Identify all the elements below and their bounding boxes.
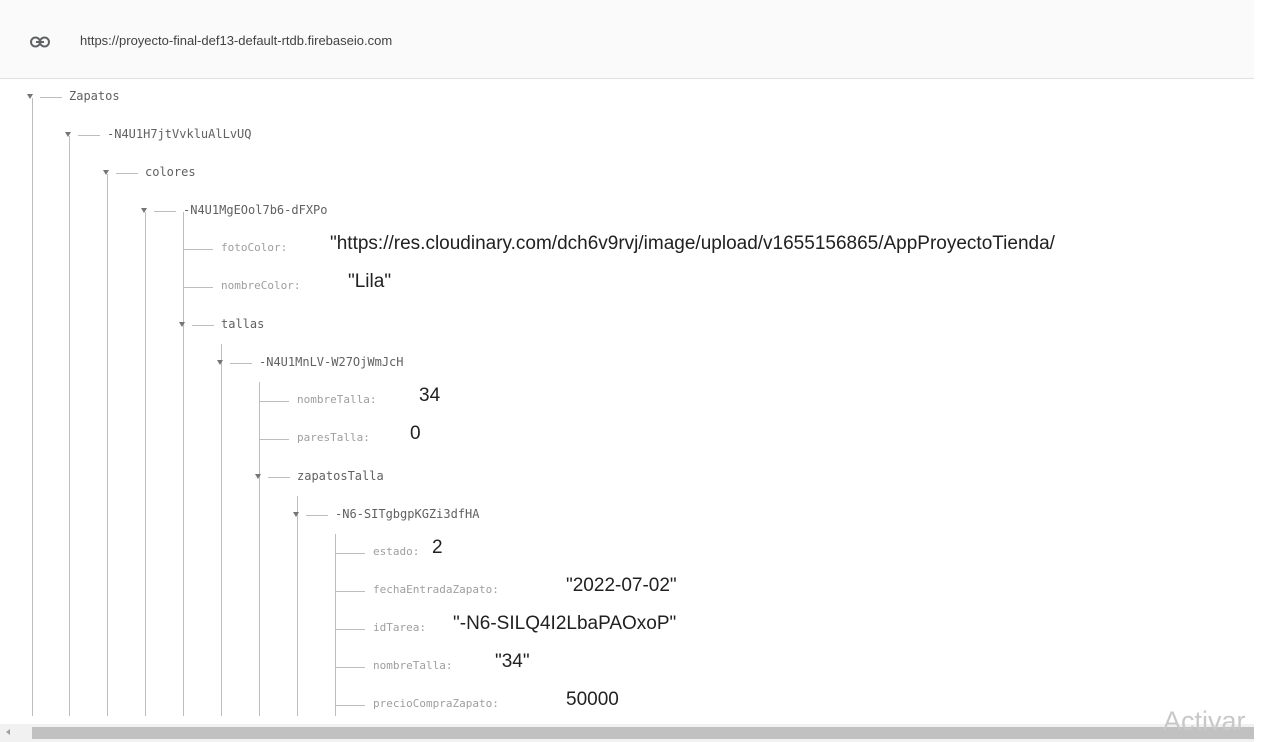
horizontal-scrollbar[interactable]: [0, 724, 1254, 742]
node-key: tallas: [221, 317, 265, 331]
tree-node-zapato[interactable]: -N6-SITgbgpKGZi3dfHA: [0, 496, 700, 534]
tree-leaf-fechaentradazapato[interactable]: fechaEntradaZapato: "2022-07-02": [0, 572, 800, 610]
leaf-key: idTarea:: [373, 621, 426, 634]
node-key: -N4U1MgEOol7b6-dFXPo: [183, 203, 328, 217]
tree-leaf-preciocomprazapato[interactable]: precioCompraZapato: 50000: [0, 686, 800, 716]
leaf-value[interactable]: "Lila": [348, 271, 391, 293]
leaf-value[interactable]: 2: [432, 537, 443, 559]
tree-node-zapatostalla[interactable]: zapatosTalla: [0, 458, 700, 496]
tree-node-item[interactable]: -N4U1H7jtVvkluAlLvUQ: [0, 116, 600, 154]
database-url[interactable]: https://proyecto-final-def13-default-rtd…: [80, 33, 392, 48]
leaf-value[interactable]: "-N6-SILQ4I2LbaPAOxoP": [453, 613, 676, 635]
node-key: colores: [145, 165, 196, 179]
leaf-key: precioCompraZapato:: [373, 697, 499, 710]
expand-caret-icon[interactable]: [217, 360, 223, 365]
leaf-key: fotoColor:: [221, 241, 288, 254]
leaf-key: nombreColor:: [221, 279, 301, 292]
leaf-key: estado:: [373, 545, 420, 558]
tree-node-color[interactable]: -N4U1MgEOol7b6-dFXPo: [0, 192, 600, 230]
tree-leaf-nombretalla[interactable]: nombreTalla: 34: [0, 382, 700, 420]
expand-caret-icon[interactable]: [293, 512, 299, 517]
node-key: zapatosTalla: [297, 469, 384, 483]
database-url-bar: https://proyecto-final-def13-default-rtd…: [0, 0, 1254, 79]
leaf-key: fechaEntradaZapato:: [373, 583, 499, 596]
node-key: -N4U1H7jtVvkluAlLvUQ: [107, 127, 252, 141]
leaf-value[interactable]: "2022-07-02": [566, 575, 677, 597]
tree-leaf-idtarea[interactable]: idTarea: "-N6-SILQ4I2LbaPAOxoP": [0, 610, 800, 648]
expand-caret-icon[interactable]: [27, 94, 33, 99]
leaf-key: nombreTalla:: [297, 393, 377, 406]
node-key: -N4U1MnLV-W27OjWmJcH: [259, 355, 404, 369]
tree-node-tallas[interactable]: tallas: [0, 306, 700, 344]
right-edge: [1254, 0, 1266, 742]
expand-caret-icon[interactable]: [65, 132, 71, 137]
node-key: -N6-SITgbgpKGZi3dfHA: [335, 507, 480, 521]
leaf-value[interactable]: "34": [495, 651, 530, 673]
tree-leaf-fotocolor[interactable]: fotoColor: "https://res.cloudinary.com/d…: [0, 230, 1254, 268]
leaf-value[interactable]: 34: [419, 385, 440, 407]
tree-leaf-parestalla[interactable]: paresTalla: 0: [0, 420, 700, 458]
expand-caret-icon[interactable]: [255, 474, 261, 479]
scrollbar-thumb[interactable]: [32, 727, 1254, 739]
expand-caret-icon[interactable]: [141, 208, 147, 213]
tree-leaf-nombrecolor[interactable]: nombreColor: "Lila": [0, 268, 700, 306]
leaf-value[interactable]: 50000: [566, 689, 619, 711]
scroll-left-arrow-icon[interactable]: [6, 729, 10, 735]
tree-node-zapatos[interactable]: Zapatos: [0, 78, 600, 116]
expand-caret-icon[interactable]: [103, 170, 109, 175]
data-tree: Zapatos -N4U1H7jtVvkluAlLvUQ colores -N4…: [0, 78, 1254, 716]
leaf-key: nombreTalla:: [373, 659, 453, 672]
tree-leaf-estado[interactable]: estado: 2: [0, 534, 800, 572]
leaf-value[interactable]: "https://res.cloudinary.com/dch6v9rvj/im…: [330, 233, 1055, 255]
node-key: Zapatos: [69, 89, 120, 103]
link-icon: [30, 36, 50, 48]
tree-leaf-nombretalla-zapato[interactable]: nombreTalla: "34": [0, 648, 800, 686]
tree-node-colores[interactable]: colores: [0, 154, 600, 192]
tree-node-talla[interactable]: -N4U1MnLV-W27OjWmJcH: [0, 344, 700, 382]
expand-caret-icon[interactable]: [179, 322, 185, 327]
leaf-value[interactable]: 0: [410, 423, 421, 445]
activation-watermark: Activar: [1163, 706, 1246, 736]
leaf-key: paresTalla:: [297, 431, 370, 444]
